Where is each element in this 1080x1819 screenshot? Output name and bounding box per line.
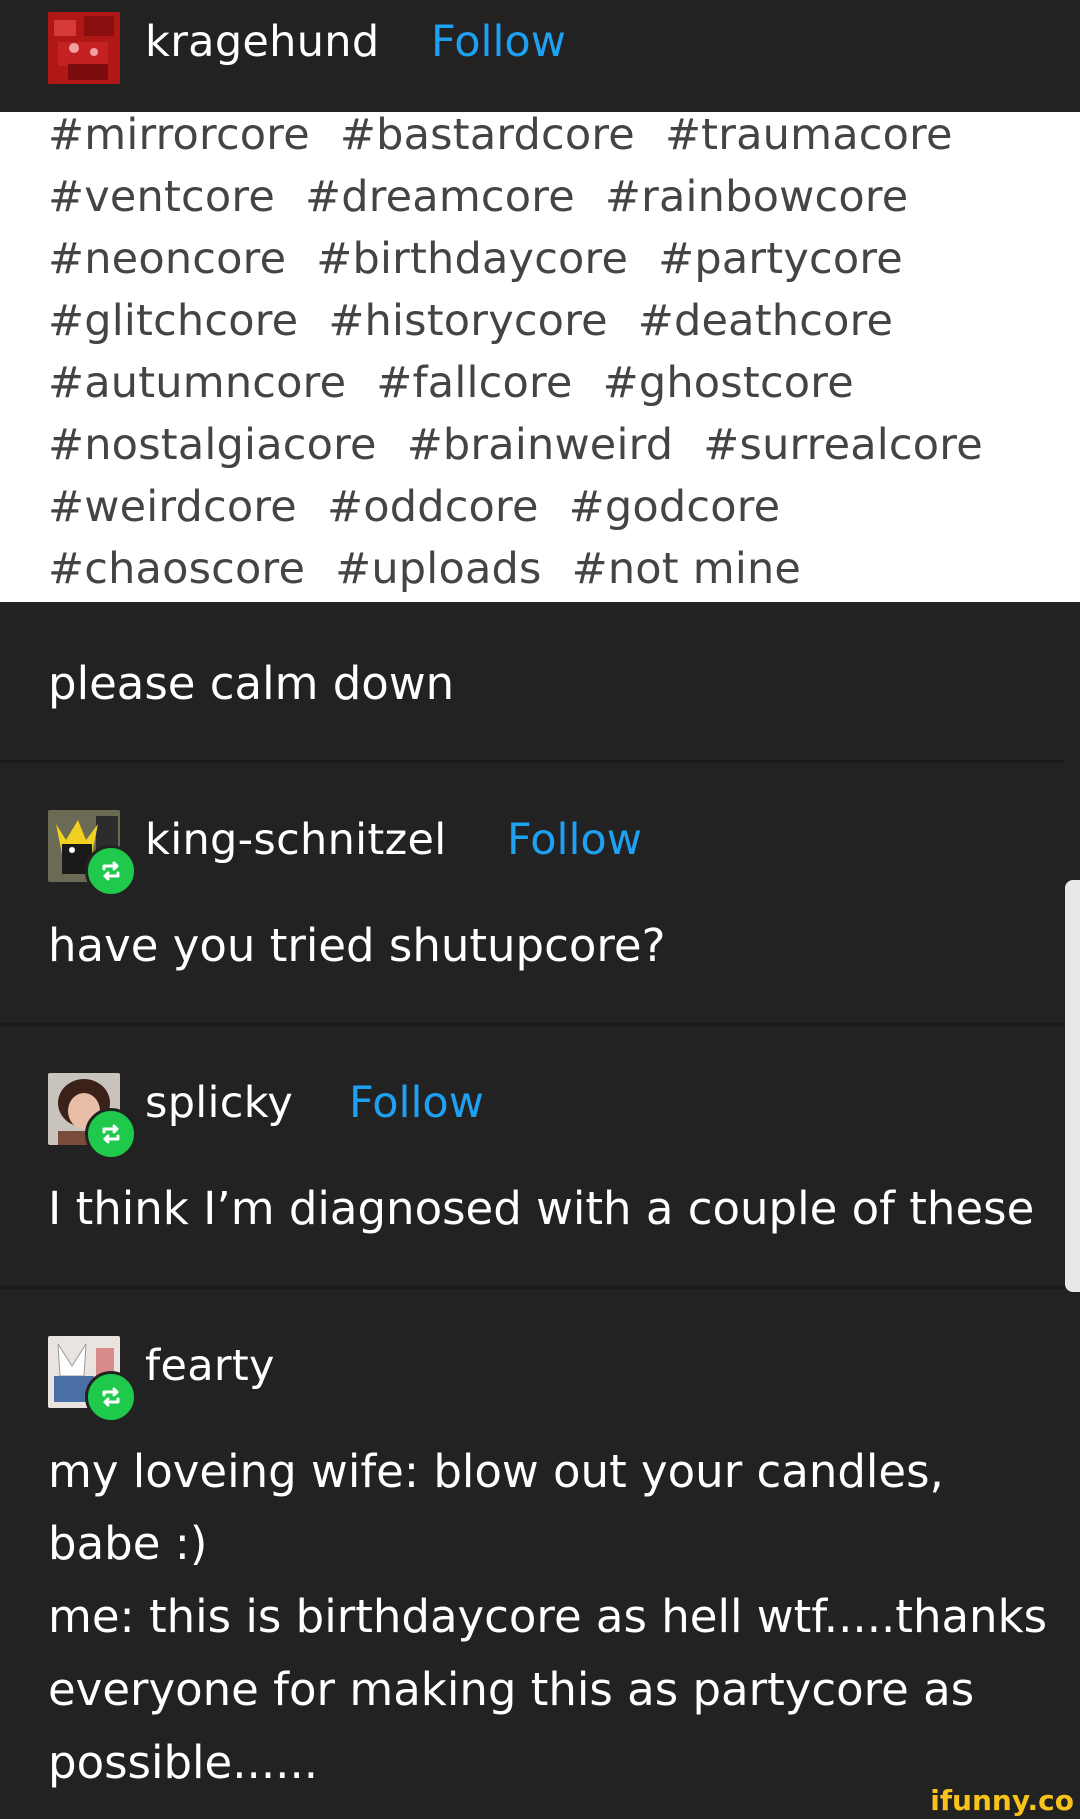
- tag-link[interactable]: #deathcore: [638, 296, 893, 346]
- reblog-text: I think I’m diagnosed with a couple of t…: [48, 1182, 1035, 1235]
- tag-link[interactable]: #partycore: [658, 234, 903, 284]
- op-header: kragehund Follow: [0, 0, 1080, 112]
- reblog-icon: [85, 845, 137, 897]
- reblog-text-line: babe :): [48, 1517, 208, 1570]
- reblog-text: have you tried shutupcore?: [48, 919, 666, 972]
- tag-link[interactable]: #not mine: [572, 544, 801, 594]
- follow-button-splicky[interactable]: Follow: [349, 1078, 484, 1128]
- tag-link[interactable]: #uploads: [335, 544, 541, 594]
- tag-row: #autumncore #fallcore #ghostcore: [48, 358, 884, 408]
- tag-link[interactable]: #weirdcore: [48, 482, 297, 532]
- tag-link[interactable]: #rainbowcore: [605, 172, 909, 222]
- tag-link[interactable]: #birthdaycore: [316, 234, 628, 284]
- tag-link[interactable]: #historycore: [328, 296, 607, 346]
- tag-list: #mirrorcore #bastardcore #traumacore #vent…: [0, 112, 1080, 602]
- tag-row: #chaoscore #uploads #not mine: [48, 544, 831, 594]
- reblog-text-line: possible......: [48, 1736, 319, 1789]
- tag-link[interactable]: #godcore: [569, 482, 781, 532]
- tag-link[interactable]: #neoncore: [48, 234, 286, 284]
- tag-link[interactable]: #surrealcore: [703, 420, 983, 470]
- follow-button-king-schnitzel[interactable]: Follow: [507, 815, 642, 865]
- tag-link[interactable]: #ghostcore: [603, 358, 854, 408]
- tag-link[interactable]: #bastardcore: [340, 112, 635, 160]
- tag-row: #neoncore #birthdaycore #partycore: [48, 234, 933, 284]
- post-divider: [0, 760, 1065, 763]
- reblog-icon: [85, 1108, 137, 1160]
- post-divider: [0, 1023, 1065, 1026]
- reblog-username[interactable]: fearty: [145, 1341, 275, 1391]
- tag-link[interactable]: #glitchcore: [48, 296, 298, 346]
- tag-row: #ventcore #dreamcore #rainbowcore: [48, 172, 938, 222]
- op-username[interactable]: kragehund: [145, 17, 379, 67]
- avatar-kragehund[interactable]: [48, 12, 120, 84]
- tag-link[interactable]: #mirrorcore: [48, 112, 310, 160]
- tag-link[interactable]: #autumncore: [48, 358, 346, 408]
- reblog-username[interactable]: splicky: [145, 1078, 293, 1128]
- tag-link[interactable]: #traumacore: [665, 112, 953, 160]
- tag-link[interactable]: #dreamcore: [305, 172, 575, 222]
- reblog-icon: [85, 1371, 137, 1423]
- tag-link[interactable]: #fallcore: [376, 358, 572, 408]
- tag-row: #nostalgiacore #brainweird #surrealcore: [48, 420, 1013, 470]
- tag-link[interactable]: #ventcore: [48, 172, 275, 222]
- tag-link[interactable]: #oddcore: [327, 482, 539, 532]
- tag-link[interactable]: #chaoscore: [48, 544, 305, 594]
- scrollbar[interactable]: [1065, 880, 1080, 1292]
- tag-row: #mirrorcore #bastardcore #traumacore: [48, 112, 983, 160]
- op-comment: please calm down: [48, 657, 455, 710]
- ifunny-watermark: ifunny.co: [930, 1784, 1074, 1817]
- reblog-text-line: my loveing wife: blow out your candles,: [48, 1445, 944, 1498]
- reblog-text-line: me: this is birthdaycore as hell wtf....…: [48, 1590, 1048, 1643]
- tag-row: #glitchcore #historycore #deathcore: [48, 296, 923, 346]
- tag-row: #weirdcore #oddcore #godcore: [48, 482, 810, 532]
- reblog-username[interactable]: king-schnitzel: [145, 815, 446, 865]
- tag-link[interactable]: #brainweird: [407, 420, 674, 470]
- reblog-text-line: everyone for making this as partycore as: [48, 1663, 975, 1716]
- follow-button-kragehund[interactable]: Follow: [431, 17, 566, 67]
- post-divider: [0, 1286, 1065, 1289]
- tag-link[interactable]: #nostalgiacore: [48, 420, 377, 470]
